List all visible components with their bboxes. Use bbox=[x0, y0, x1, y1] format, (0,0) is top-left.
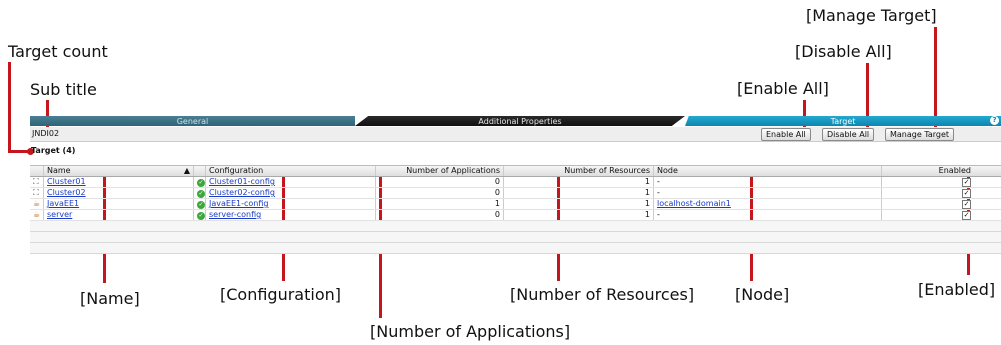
tab-general[interactable]: General bbox=[30, 116, 355, 126]
annotation-configuration: [Configuration] bbox=[220, 285, 341, 304]
sort-ascending-icon[interactable]: ▲ bbox=[184, 166, 190, 176]
configuration-link[interactable]: Cluster01-config bbox=[209, 177, 275, 186]
annotation-node: [Node] bbox=[735, 285, 790, 304]
tab-bar: General Additional Properties Target? bbox=[30, 116, 1001, 126]
configuration-link[interactable]: JavaEE1-config bbox=[209, 199, 268, 208]
status-ok-icon: ✓ bbox=[197, 179, 205, 187]
annotation-number-of-applications: [Number of Applications] bbox=[370, 322, 571, 341]
cluster-icon: ⛶ bbox=[33, 177, 39, 186]
manage-target-button[interactable]: Manage Target bbox=[885, 128, 955, 141]
tab-additional-properties-label: Additional Properties bbox=[478, 116, 562, 126]
header-status-column bbox=[194, 166, 206, 176]
node-link[interactable]: localhost-domain1 bbox=[657, 199, 731, 208]
annotation-disable-all: [Disable All] bbox=[795, 42, 892, 61]
header-icon-column bbox=[30, 166, 44, 176]
enable-all-button[interactable]: Enable All bbox=[761, 128, 811, 141]
resources-count: 1 bbox=[504, 188, 654, 198]
resources-count: 1 bbox=[504, 199, 654, 209]
target-name-link[interactable]: JavaEE1 bbox=[47, 199, 79, 208]
empty-row bbox=[30, 232, 1001, 243]
enabled-checkbox[interactable]: ✓ bbox=[962, 200, 971, 209]
table-row: ☕ JavaEE1 ✓ JavaEE1-config 1 1 localhost… bbox=[30, 199, 1001, 210]
annotation-enable-all: [Enable All] bbox=[737, 79, 829, 98]
table-header: Name ▲ Configuration Number of Applicatio… bbox=[30, 165, 1001, 177]
annotation-sub-title: Sub title bbox=[30, 80, 97, 99]
annotation-name: [Name] bbox=[80, 289, 140, 308]
subtitle-bar: JNDI02 Enable All Disable All Manage Tar… bbox=[30, 127, 1001, 142]
empty-row bbox=[30, 221, 1001, 232]
tab-target-label: Target bbox=[830, 116, 856, 126]
resources-count: 1 bbox=[504, 210, 654, 220]
disable-all-button[interactable]: Disable All bbox=[822, 128, 875, 141]
header-configuration[interactable]: Configuration bbox=[206, 166, 376, 176]
configuration-link[interactable]: Cluster02-config bbox=[209, 188, 275, 197]
node-value: - bbox=[654, 177, 882, 187]
configuration-link[interactable]: server-config bbox=[209, 210, 261, 219]
help-icon[interactable]: ? bbox=[990, 116, 999, 125]
table-row: ⛶ Cluster01 ✓ Cluster01-config 0 1 - ✓ bbox=[30, 177, 1001, 188]
annotation-manage-target: [Manage Target] bbox=[806, 6, 937, 25]
enabled-checkbox[interactable]: ✓ bbox=[962, 189, 971, 198]
applications-count: 0 bbox=[376, 210, 504, 220]
enabled-checkbox[interactable]: ✓ bbox=[962, 211, 971, 220]
node-value: - bbox=[654, 210, 882, 220]
leader-target-count bbox=[8, 62, 11, 152]
applications-count: 0 bbox=[376, 188, 504, 198]
table-row: ⛶ Cluster02 ✓ Cluster02-config 0 1 - ✓ bbox=[30, 188, 1001, 199]
server-icon: ☕ bbox=[33, 210, 41, 219]
tab-additional-properties[interactable]: Additional Properties bbox=[355, 116, 685, 126]
annotation-target-count: Target count bbox=[8, 42, 108, 61]
table-row: ☕ server ✓ server-config 0 1 - ✓ bbox=[30, 210, 1001, 221]
annotation-enabled: [Enabled] bbox=[918, 280, 996, 299]
target-count-label: Target (4) bbox=[31, 146, 76, 155]
header-node[interactable]: Node bbox=[654, 166, 882, 176]
page-subtitle: JNDI02 bbox=[32, 129, 60, 138]
target-name-link[interactable]: server bbox=[47, 210, 72, 219]
header-enabled[interactable]: Enabled bbox=[882, 166, 1001, 176]
empty-row bbox=[30, 243, 1001, 254]
header-name[interactable]: Name ▲ bbox=[44, 166, 194, 176]
server-icon: ☕ bbox=[33, 199, 41, 208]
resources-count: 1 bbox=[504, 177, 654, 187]
annotation-number-of-resources: [Number of Resources] bbox=[510, 285, 695, 304]
enabled-checkbox[interactable]: ✓ bbox=[962, 178, 971, 187]
status-ok-icon: ✓ bbox=[197, 190, 205, 198]
target-name-link[interactable]: Cluster02 bbox=[47, 188, 86, 197]
applications-count: 1 bbox=[376, 199, 504, 209]
leader-manage-target bbox=[934, 27, 937, 130]
status-ok-icon: ✓ bbox=[197, 212, 205, 220]
cluster-icon: ⛶ bbox=[33, 188, 39, 197]
target-table: Name ▲ Configuration Number of Applicatio… bbox=[30, 165, 1001, 254]
tab-general-label: General bbox=[176, 116, 209, 126]
header-number-of-applications[interactable]: Number of Applications bbox=[376, 166, 504, 176]
applications-count: 0 bbox=[376, 177, 504, 187]
target-name-link[interactable]: Cluster01 bbox=[47, 177, 86, 186]
status-ok-icon: ✓ bbox=[197, 201, 205, 209]
header-number-of-resources[interactable]: Number of Resources bbox=[504, 166, 654, 176]
node-value: - bbox=[654, 188, 882, 198]
header-name-label: Name bbox=[47, 166, 71, 175]
tab-target[interactable]: Target? bbox=[685, 116, 1001, 126]
